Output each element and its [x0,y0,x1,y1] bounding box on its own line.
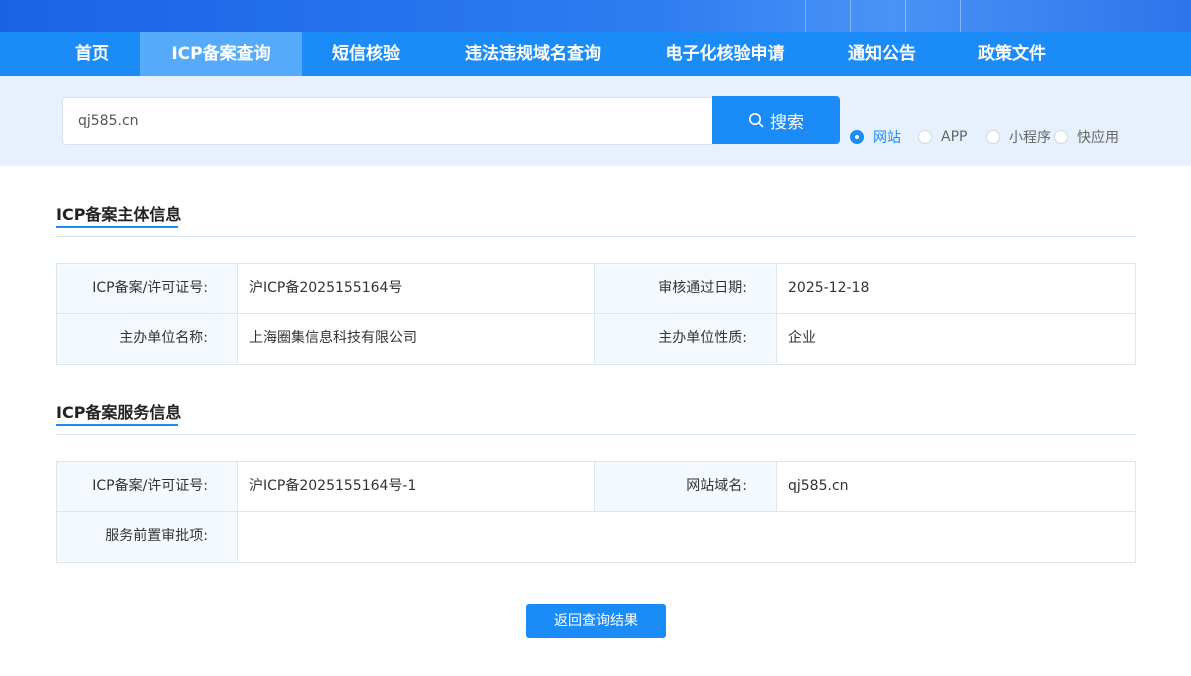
section-title-underline [56,226,178,228]
search-button[interactable]: 搜索 [712,96,840,144]
radio-dot [850,130,864,144]
radio-label: APP [941,129,968,145]
org-type-label: 主办单位性质: [595,314,777,363]
nav-item-illegal-domain-query[interactable]: 违法违规域名查询 [446,32,620,76]
section-title-subject: ICP备案主体信息 [56,205,182,224]
radio-app[interactable]: APP [918,128,967,146]
banner-decoration [805,0,806,32]
section-title-underline [56,424,178,426]
table-row: 主办单位名称: 上海圈集信息科技有限公司 主办单位性质: 企业 [57,314,1135,364]
nav-item-sms-verify[interactable]: 短信核验 [316,32,416,76]
radio-mini-program[interactable]: 小程序 [986,128,1051,146]
radio-dot [918,130,932,144]
nav-item-electronic-verify[interactable]: 电子化核验申请 [650,32,800,76]
main-nav: 首页 ICP备案查询 短信核验 违法违规域名查询 电子化核验申请 通知公告 政策… [0,32,1191,76]
domain-value: qj585.cn [777,462,1135,511]
service-info-table: ICP备案/许可证号: 沪ICP备2025155164号-1 网站域名: qj5… [56,461,1136,563]
section-divider [56,236,1136,237]
search-icon [748,112,764,128]
radio-website[interactable]: 网站 [850,128,901,146]
banner-decoration [905,0,906,32]
radio-dot [1054,130,1068,144]
license-value: 沪ICP备2025155164号 [238,264,595,313]
pre-approval-label: 服务前置审批项: [57,512,238,561]
radio-quick-app[interactable]: 快应用 [1054,128,1119,146]
service-license-label: ICP备案/许可证号: [57,462,238,511]
subject-info-table: ICP备案/许可证号: 沪ICP备2025155164号 审核通过日期: 202… [56,263,1136,365]
table-row: 服务前置审批项: [57,512,1135,562]
banner-decoration [960,0,961,32]
license-label: ICP备案/许可证号: [57,264,238,313]
approve-date-value: 2025-12-18 [777,264,1135,313]
org-name-value: 上海圈集信息科技有限公司 [238,314,595,363]
search-button-label: 搜索 [770,112,804,133]
pre-approval-value [238,512,1135,561]
service-license-value: 沪ICP备2025155164号-1 [238,462,595,511]
approve-date-label: 审核通过日期: [595,264,777,313]
radio-label: 网站 [873,130,901,146]
nav-item-home[interactable]: 首页 [56,32,128,76]
org-type-value: 企业 [777,314,1135,363]
section-divider [56,434,1136,435]
table-row: ICP备案/许可证号: 沪ICP备2025155164号 审核通过日期: 202… [57,264,1135,314]
org-name-label: 主办单位名称: [57,314,238,363]
radio-dot [986,130,1000,144]
table-row: ICP备案/许可证号: 沪ICP备2025155164号-1 网站域名: qj5… [57,462,1135,512]
radio-label: 快应用 [1077,130,1119,146]
domain-label: 网站域名: [595,462,777,511]
banner-decoration [850,0,851,32]
back-to-results-button[interactable]: 返回查询结果 [526,604,666,638]
radio-label: 小程序 [1009,130,1051,146]
nav-item-icp-query[interactable]: ICP备案查询 [140,32,302,76]
nav-item-notices[interactable]: 通知公告 [830,32,934,76]
nav-item-policy-docs[interactable]: 政策文件 [960,32,1064,76]
section-title-service: ICP备案服务信息 [56,403,182,422]
search-input[interactable]: qj585.cn [62,97,713,145]
top-banner [0,0,1191,32]
